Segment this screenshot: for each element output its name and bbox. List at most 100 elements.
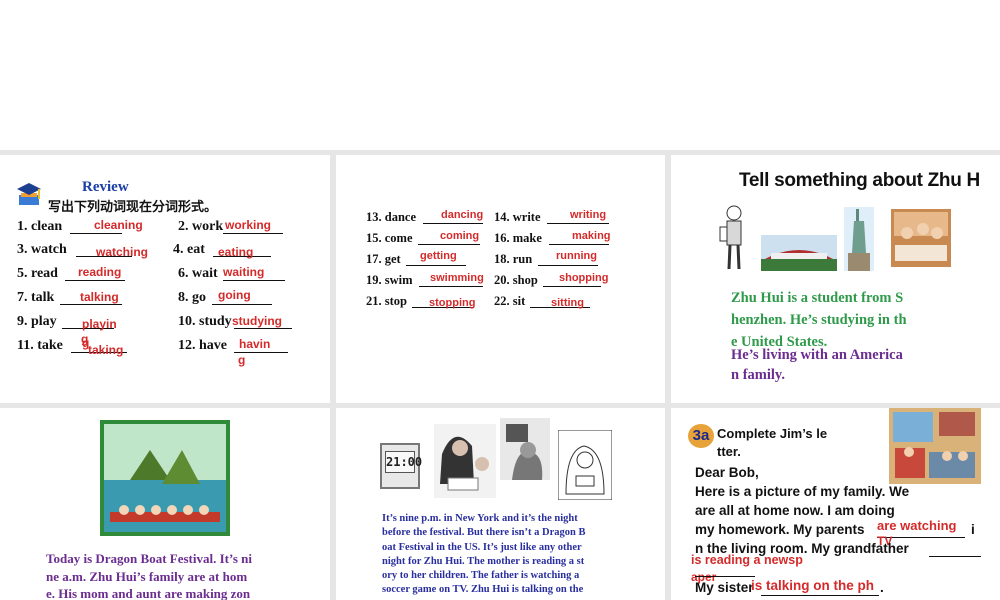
answer-text: havin xyxy=(239,337,271,351)
text-line: soccer game on TV. Zhu Hui is talking on… xyxy=(382,584,584,596)
answer-text: shopping xyxy=(559,272,609,284)
answer-text: watching xyxy=(96,245,149,259)
answer-text: getting xyxy=(420,250,457,262)
answer-text: studying xyxy=(232,314,282,328)
answer-text: working xyxy=(225,218,272,232)
exercise-label: 15. come xyxy=(366,231,413,245)
answer-text: dancing xyxy=(441,209,484,221)
answer-text: writing xyxy=(570,209,607,221)
answer-text: running xyxy=(556,250,597,262)
letter-line: Here is a picture of my family. We xyxy=(695,484,910,499)
exercise-title-wrap: tter. xyxy=(717,444,741,459)
family-dinner-photo xyxy=(891,209,951,267)
letter-line: my homework. My parents xyxy=(695,522,865,537)
exercise-label: 9. play xyxy=(17,314,57,329)
text-line: before the festival. But there isn’t a D… xyxy=(382,527,586,539)
exercise-label: 21. stop xyxy=(366,294,407,308)
zhu-hui-intro-text: Zhu Hui is a student from S henzhen. He’… xyxy=(731,287,936,353)
answer-text: is talking on the ph xyxy=(751,578,875,593)
exercise-label: 22. sit xyxy=(494,294,526,308)
answer-text: are watching xyxy=(877,518,957,533)
slide-heading: Tell something about Zhu H xyxy=(739,170,980,191)
new-york-story-text: It’s nine p.m. in New York and it’s the … xyxy=(382,512,617,598)
answer-line xyxy=(70,233,122,234)
text-line: e. His mom and aunt are making zon xyxy=(46,586,251,600)
slide-new-york-night[interactable]: 21:00 It’s nine p.m. in New York and it’… xyxy=(336,408,665,600)
exercise-label: 7. talk xyxy=(17,290,55,305)
text-line: He’s living with an America xyxy=(731,347,903,363)
answer-line xyxy=(543,286,601,287)
zhu-hui-family-text: He’s living with an America n family. xyxy=(731,345,936,385)
letter-line-tail: i xyxy=(971,522,975,537)
answer-line xyxy=(547,223,609,224)
clock-display: 21:00 xyxy=(385,451,422,473)
slide-dragon-boat[interactable]: Today is Dragon Boat Festival. It’s ni n… xyxy=(0,408,330,600)
answer-line xyxy=(549,244,609,245)
slide-exercises-continued[interactable]: 13. dance dancing 14. write writing 15. … xyxy=(336,155,665,403)
answer-line xyxy=(223,280,285,281)
exercise-label: 14. write xyxy=(494,210,541,224)
letter-line: are all at home now. I am doing xyxy=(695,503,895,518)
answer-line xyxy=(234,328,292,329)
text-line: ory to her children. The father is watch… xyxy=(382,570,580,582)
text-line: n family. xyxy=(731,367,785,383)
answer-text: stopping xyxy=(429,297,476,309)
answer-line xyxy=(60,304,122,305)
text-line: It’s nine p.m. in New York and it’s the … xyxy=(382,513,578,524)
answer-line xyxy=(212,304,272,305)
letter-greeting: Dear Bob, xyxy=(695,465,759,480)
text-line: night for Zhu Hui. The mother is reading… xyxy=(382,555,585,567)
answer-text: swimming xyxy=(430,272,484,284)
text-line: oat Festival in the US. It’s just like a… xyxy=(382,541,582,553)
exercise-badge: 3a xyxy=(688,424,714,448)
exercise-label: 11. take xyxy=(17,338,63,353)
answer-text: making xyxy=(572,230,611,242)
answer-line xyxy=(419,286,483,287)
letter-line: My sister xyxy=(695,580,754,595)
answer-line xyxy=(423,223,483,224)
letter-line-end: . xyxy=(880,580,884,595)
answer-wrap-text: g xyxy=(238,353,246,367)
answer-text: reading xyxy=(78,265,122,279)
exercise-title: Complete Jim’s le xyxy=(717,426,828,441)
answer-text: talking xyxy=(80,290,119,304)
answer-line xyxy=(761,595,879,596)
exercise-label: 2. work xyxy=(178,219,224,234)
slide-review[interactable]: Review 写出下列动词现在分词形式。 1. clean cleaning 2… xyxy=(0,155,330,403)
text-line: ne a.m. Zhu Hui’s family are at hom xyxy=(46,568,248,584)
father-watching-tv-photo xyxy=(500,418,550,480)
slide-zhu-hui[interactable]: Tell something about Zhu H Zhu Hui is a … xyxy=(671,155,1000,403)
answer-text: cleaning xyxy=(94,218,143,232)
answer-text: playin xyxy=(82,317,117,331)
answer-text: going xyxy=(218,288,251,302)
answer-wrap-text: g xyxy=(82,336,90,350)
exercise-label: 20. shop xyxy=(494,273,538,287)
exercise-label: 16. make xyxy=(494,231,542,245)
exercise-label: 5. read xyxy=(17,266,58,281)
text-line: Today is Dragon Boat Festival. It’s ni xyxy=(46,551,252,566)
instruction-text: 写出下列动词现在分词形式。 xyxy=(48,200,218,215)
graduation-cap-icon xyxy=(17,183,41,205)
answer-text: taking xyxy=(88,343,124,357)
stadium-photo xyxy=(761,235,837,271)
exercise-label: 3. watch xyxy=(17,242,67,257)
exercise-label: 13. dance xyxy=(366,210,416,224)
festival-story-text: Today is Dragon Boat Festival. It’s ni n… xyxy=(46,550,286,600)
text-line: Zhu Hui is a student from S xyxy=(731,290,904,306)
answer-line xyxy=(223,233,283,234)
answer-line xyxy=(538,265,598,266)
exercise-label: 4. eat xyxy=(173,242,205,257)
family-living-room-picture xyxy=(889,408,981,484)
exercise-label: 1. clean xyxy=(17,219,63,234)
answer-line xyxy=(65,280,125,281)
boy-figure-icon xyxy=(719,205,742,270)
answer-line xyxy=(695,576,755,577)
slide-complete-letter[interactable]: 3a Complete Jim’s le tter. Dear Bob, Her… xyxy=(671,408,1000,600)
answer-line xyxy=(418,244,480,245)
digital-clock-icon: 21:00 xyxy=(380,443,422,489)
answer-text: is reading a newsp xyxy=(691,553,803,567)
exercise-label: 10. study xyxy=(178,314,232,329)
statue-of-liberty-icon xyxy=(844,207,874,271)
answer-line xyxy=(929,556,981,557)
answer-text: eating xyxy=(218,245,254,259)
